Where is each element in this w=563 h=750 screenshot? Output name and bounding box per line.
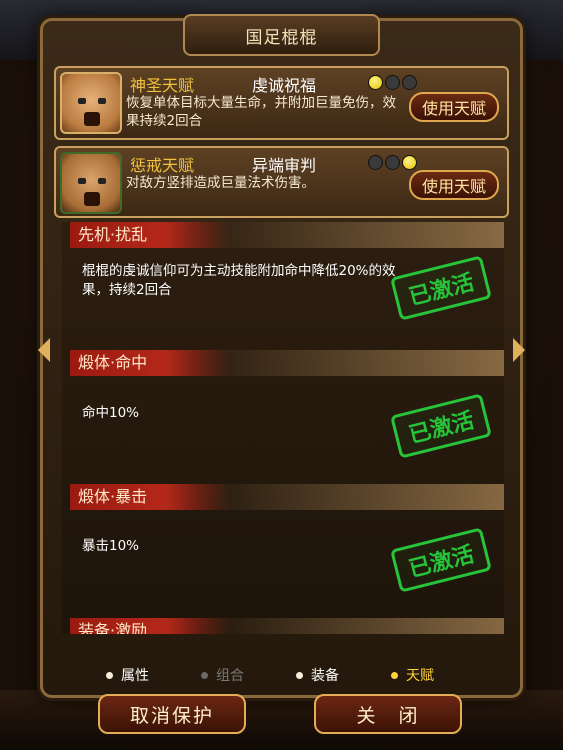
passive-title: 先机·扰乱 [70,222,230,248]
tab-label: 装备 [311,668,339,684]
talent-description: 恢复单体目标大量生命，并附加巨量免伤，效果持续2回合 [126,95,396,129]
bullet-icon [106,671,113,679]
tab-label: 天赋 [406,668,434,684]
tab-label: 组合 [216,668,244,684]
tab-attributes[interactable]: 属性 [100,664,195,686]
level-dot-filled [368,75,383,90]
avatar-mouth [84,192,100,206]
tab-combination[interactable]: 组合 [195,664,290,686]
level-dot-empty [385,75,400,90]
passive-title: 装备·激励 [70,618,230,634]
talent-skill-name: 虔诚祝福 [252,76,317,95]
tab-label: 属性 [121,668,149,684]
level-dot-empty [402,75,417,90]
close-button[interactable]: 关 闭 [314,694,462,734]
avatar-eye [98,178,106,184]
passive-description: 命中10% [82,405,140,421]
level-dot-empty [368,155,383,170]
hero-avatar [60,152,122,214]
previous-arrow-icon[interactable] [38,338,50,362]
avatar-eye [78,178,86,184]
level-dot-filled [402,155,417,170]
talent-level-dots [368,155,417,170]
passive-title: 煅体·暴击 [70,484,230,510]
passive-description: 暴击10% [82,538,140,554]
use-talent-button[interactable]: 使用天赋 [409,92,499,122]
talent-skill-name: 异端审判 [252,156,317,175]
passive-title: 煅体·命中 [70,350,230,376]
passive-talent-list[interactable]: 先机·扰乱 棍棍的虔诚信仰可为主动技能附加命中降低20%的效果，持续2回合 已激… [62,222,504,634]
avatar-eye [78,98,86,104]
talent-card-holy: 神圣天赋 虔诚祝福 恢复单体目标大量生命，并附加巨量免伤，效果持续2回合 使用天… [54,66,509,140]
talent-name: 神圣天赋 [130,76,195,95]
activated-stamp: 已激活 [390,255,492,321]
talent-card-punish: 惩戒天赋 异端审判 对敌方竖排造成巨量法术伤害。 使用天赋 [54,146,509,218]
bullet-icon [391,671,398,679]
hero-avatar [60,72,122,134]
dialog-title: 国足棍棍 [183,14,380,56]
avatar-mouth [84,112,100,126]
cancel-protection-button[interactable]: 取消保护 [98,694,246,734]
talent-description: 对敌方竖排造成巨量法术伤害。 [126,175,315,191]
passive-description: 棍棍的虔诚信仰可为主动技能附加命中降低20%的效果，持续2回合 [82,263,396,298]
talent-level-dots [368,75,417,90]
tab-equipment[interactable]: 装备 [290,664,385,686]
bottom-nav-background [0,690,563,750]
talent-name: 惩戒天赋 [130,156,195,175]
bullet-icon [296,671,303,679]
tab-talent[interactable]: 天赋 [385,664,480,686]
bullet-icon [201,671,208,679]
level-dot-empty [385,155,400,170]
dialog-tabs: 属性 组合 装备 天赋 [100,664,480,686]
activated-stamp: 已激活 [390,393,492,459]
next-arrow-icon[interactable] [513,338,525,362]
use-talent-button[interactable]: 使用天赋 [409,170,499,200]
avatar-eye [98,98,106,104]
activated-stamp: 已激活 [390,527,492,593]
